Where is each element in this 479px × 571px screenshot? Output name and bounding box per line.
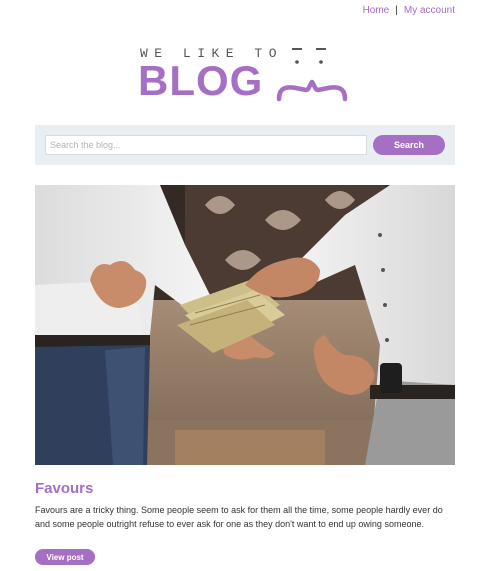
nav-separator: | (395, 5, 398, 16)
money-exchange-photo (35, 185, 455, 465)
view-post-button[interactable]: View post (35, 549, 95, 565)
site-logo[interactable]: WE LIKE TO BLOG (138, 44, 352, 106)
top-navigation: Home | My account (363, 5, 455, 16)
smiley-face-icon (276, 48, 348, 102)
my-account-link[interactable]: My account (404, 5, 455, 16)
search-input[interactable] (45, 135, 367, 155)
post-title[interactable]: Favours (35, 480, 93, 497)
post-featured-image[interactable] (35, 185, 455, 465)
home-link[interactable]: Home (363, 5, 390, 16)
logo-wordmark: BLOG (138, 57, 264, 104)
search-bar: Search (35, 125, 455, 165)
post-excerpt: Favours are a tricky thing. Some people … (35, 505, 443, 529)
search-button[interactable]: Search (373, 135, 445, 155)
